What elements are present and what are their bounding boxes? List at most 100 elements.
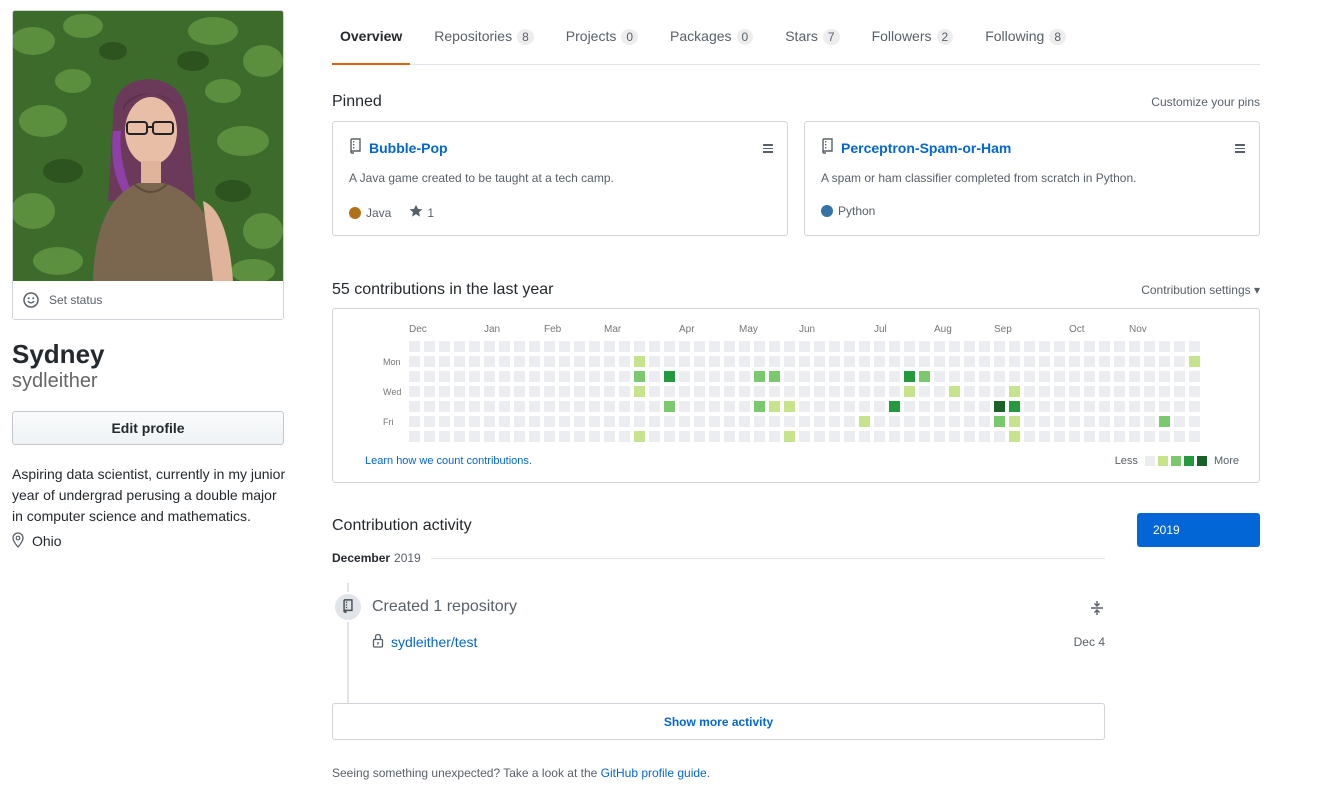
contribution-day[interactable] — [634, 341, 645, 352]
contribution-day[interactable] — [589, 386, 600, 397]
contribution-day[interactable] — [679, 416, 690, 427]
contribution-day[interactable] — [439, 356, 450, 367]
contribution-day[interactable] — [424, 341, 435, 352]
contribution-day[interactable] — [649, 341, 660, 352]
contribution-day[interactable] — [979, 401, 990, 412]
contribution-day[interactable] — [619, 401, 630, 412]
contribution-day[interactable] — [994, 356, 1005, 367]
contribution-day[interactable] — [694, 416, 705, 427]
contribution-day[interactable] — [439, 416, 450, 427]
contribution-day[interactable] — [904, 371, 915, 382]
contribution-day[interactable] — [1144, 371, 1155, 382]
contribution-day[interactable] — [1084, 431, 1095, 442]
contribution-day[interactable] — [874, 386, 885, 397]
contribution-day[interactable] — [1084, 341, 1095, 352]
contribution-day[interactable] — [529, 371, 540, 382]
contribution-day[interactable] — [454, 371, 465, 382]
contribution-day[interactable] — [469, 416, 480, 427]
contribution-day[interactable] — [529, 356, 540, 367]
contribution-day[interactable] — [1054, 371, 1065, 382]
contribution-day[interactable] — [814, 371, 825, 382]
repo-stars[interactable]: 1 — [409, 204, 434, 221]
contribution-day[interactable] — [679, 401, 690, 412]
contribution-day[interactable] — [679, 356, 690, 367]
contribution-day[interactable] — [739, 371, 750, 382]
contribution-day[interactable] — [889, 431, 900, 442]
contribution-day[interactable] — [889, 401, 900, 412]
contribution-day[interactable] — [619, 386, 630, 397]
contribution-day[interactable] — [1144, 431, 1155, 442]
contribution-day[interactable] — [904, 386, 915, 397]
contribution-day[interactable] — [994, 386, 1005, 397]
contribution-day[interactable] — [1069, 401, 1080, 412]
pinned-repo-link[interactable]: Bubble-Pop — [369, 140, 448, 156]
contribution-day[interactable] — [559, 341, 570, 352]
contribution-day[interactable] — [799, 371, 810, 382]
contribution-day[interactable] — [874, 416, 885, 427]
contribution-day[interactable] — [1114, 416, 1125, 427]
contribution-day[interactable] — [454, 341, 465, 352]
contribution-day[interactable] — [979, 386, 990, 397]
contribution-day[interactable] — [574, 401, 585, 412]
contribution-day[interactable] — [664, 371, 675, 382]
contribution-day[interactable] — [1099, 431, 1110, 442]
contribution-day[interactable] — [784, 341, 795, 352]
contribution-day[interactable] — [409, 401, 420, 412]
contribution-day[interactable] — [784, 401, 795, 412]
contribution-day[interactable] — [769, 386, 780, 397]
contribution-day[interactable] — [949, 386, 960, 397]
contribution-day[interactable] — [589, 341, 600, 352]
contribution-day[interactable] — [709, 386, 720, 397]
contribution-day[interactable] — [1024, 371, 1035, 382]
contribution-day[interactable] — [454, 356, 465, 367]
contribution-day[interactable] — [1159, 341, 1170, 352]
contribution-day[interactable] — [1024, 341, 1035, 352]
contribution-day[interactable] — [1039, 356, 1050, 367]
contribution-day[interactable] — [1084, 416, 1095, 427]
contribution-day[interactable] — [634, 416, 645, 427]
contribution-day[interactable] — [934, 431, 945, 442]
contribution-day[interactable] — [1039, 386, 1050, 397]
show-more-activity-button[interactable]: Show more activity — [332, 703, 1105, 740]
contribution-day[interactable] — [469, 356, 480, 367]
contribution-day[interactable] — [784, 416, 795, 427]
contribution-day[interactable] — [1099, 386, 1110, 397]
contribution-day[interactable] — [619, 416, 630, 427]
contribution-day[interactable] — [754, 341, 765, 352]
contribution-day[interactable] — [1099, 356, 1110, 367]
contribution-day[interactable] — [994, 431, 1005, 442]
contribution-day[interactable] — [859, 371, 870, 382]
github-profile-guide-link[interactable]: GitHub profile guide — [601, 766, 707, 780]
contribution-day[interactable] — [1024, 356, 1035, 367]
contribution-day[interactable] — [424, 386, 435, 397]
contribution-day[interactable] — [1129, 356, 1140, 367]
contribution-day[interactable] — [724, 356, 735, 367]
tab-following[interactable]: Following 8 — [977, 14, 1074, 65]
contribution-day[interactable] — [469, 371, 480, 382]
contribution-day[interactable] — [589, 416, 600, 427]
contribution-day[interactable] — [769, 341, 780, 352]
contribution-day[interactable] — [769, 371, 780, 382]
contribution-day[interactable] — [814, 341, 825, 352]
contribution-day[interactable] — [514, 431, 525, 442]
contribution-day[interactable] — [1114, 341, 1125, 352]
tab-followers[interactable]: Followers 2 — [864, 14, 962, 65]
contribution-day[interactable] — [604, 356, 615, 367]
contribution-day[interactable] — [769, 401, 780, 412]
contribution-day[interactable] — [889, 416, 900, 427]
contribution-day[interactable] — [1084, 401, 1095, 412]
contribution-day[interactable] — [1144, 401, 1155, 412]
contribution-day[interactable] — [1159, 356, 1170, 367]
contribution-day[interactable] — [859, 416, 870, 427]
contribution-day[interactable] — [559, 431, 570, 442]
contribution-day[interactable] — [904, 356, 915, 367]
contribution-day[interactable] — [829, 431, 840, 442]
drag-handle-icon[interactable] — [763, 144, 773, 155]
contribution-day[interactable] — [859, 431, 870, 442]
contribution-day[interactable] — [739, 431, 750, 442]
contribution-day[interactable] — [514, 401, 525, 412]
contribution-day[interactable] — [454, 401, 465, 412]
contribution-day[interactable] — [1009, 431, 1020, 442]
contribution-day[interactable] — [619, 371, 630, 382]
contribution-day[interactable] — [409, 416, 420, 427]
